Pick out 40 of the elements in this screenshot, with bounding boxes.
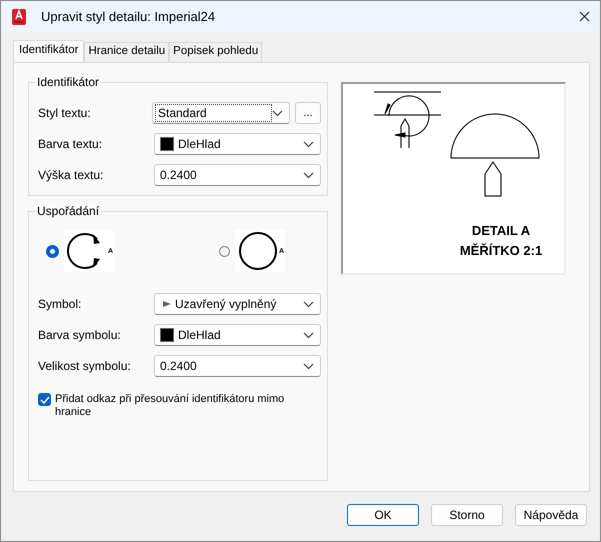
group-title: Uspořádání	[35, 204, 102, 218]
window-title: Upravit styl detailu: Imperial24	[41, 9, 216, 24]
close-icon[interactable]	[579, 11, 590, 22]
checkbox[interactable]	[38, 393, 51, 406]
dropdown[interactable]: 0.2400	[154, 355, 321, 377]
color-swatch	[160, 328, 174, 342]
group-title: Identifikátor	[35, 75, 102, 89]
dropdown[interactable]: DleHlad	[154, 324, 321, 346]
chevron-icon	[272, 110, 283, 116]
tab[interactable]: Identifikátor	[13, 40, 84, 62]
circle-icon	[238, 231, 278, 271]
browse-button[interactable]: ...	[295, 102, 321, 124]
preview-text: MĚŘÍTKO 2:1	[458, 242, 544, 260]
dialog-button[interactable]: Nápověda	[515, 504, 587, 526]
field-label: Symbol:	[38, 297, 82, 311]
field-label: Barva symbolu:	[38, 328, 122, 342]
dialog-button[interactable]: Storno	[431, 504, 503, 526]
tab[interactable]: Popisek pohledu	[169, 42, 262, 62]
field-label: Výška textu:	[38, 168, 104, 182]
field-label: Barva textu:	[38, 137, 104, 151]
preview-text: DETAIL A	[470, 222, 532, 240]
dialog-button[interactable]: OK	[347, 504, 419, 526]
tab[interactable]: Hranice detailu	[84, 42, 170, 62]
checkbox-label: Přidat odkaz při přesouvání identifikátoru mimo hranice	[55, 393, 285, 419]
dropdown[interactable]: Standard	[152, 102, 290, 124]
chevron-icon	[303, 172, 314, 178]
radio-button[interactable]	[219, 246, 230, 256]
field-label: Styl textu:	[38, 106, 92, 120]
arrowhead-icon	[163, 300, 171, 308]
chevron-icon	[303, 362, 314, 370]
chevron-icon	[303, 332, 314, 338]
color-swatch	[160, 137, 174, 151]
dropdown[interactable]: 0.2400	[154, 164, 321, 186]
field-label: Velikost symbolu:	[38, 359, 132, 373]
radio-button[interactable]	[46, 244, 59, 258]
app-icon	[11, 8, 27, 26]
dropdown[interactable]: Uzavřený vyplněný	[154, 293, 321, 315]
chevron-icon	[303, 140, 314, 148]
dropdown[interactable]: DleHlad	[154, 133, 321, 155]
chevron-icon	[303, 300, 314, 308]
